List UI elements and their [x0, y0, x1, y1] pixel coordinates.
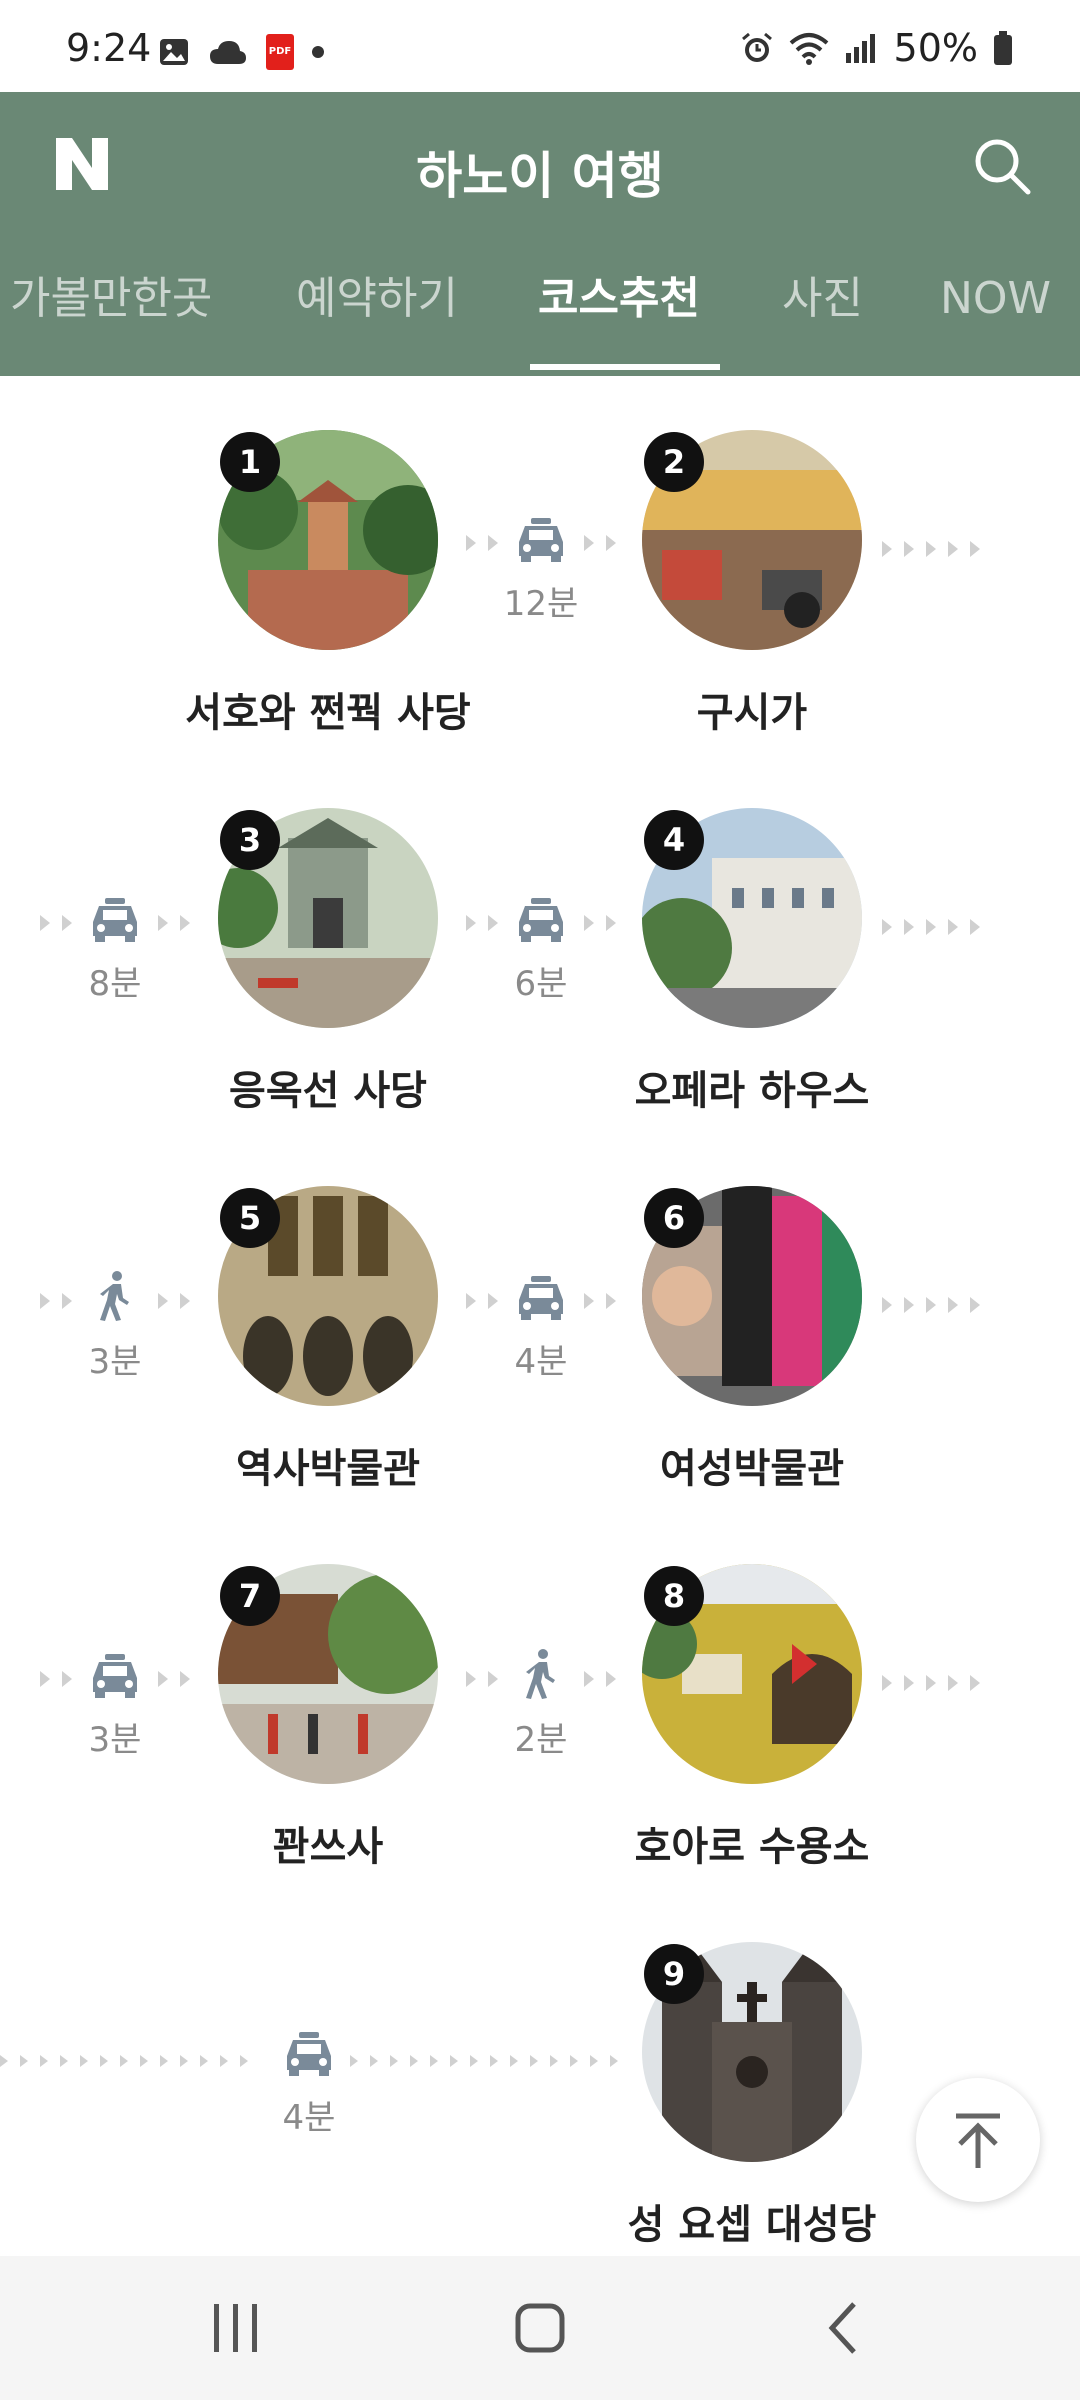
course-spot[interactable]: 6 여성박물관 — [642, 1186, 862, 1492]
route-trail-arrows — [350, 2055, 618, 2067]
route-connector: 3분 — [40, 1652, 190, 1772]
tab-photos[interactable]: 사진 — [782, 264, 863, 376]
spot-number-badge: 5 — [220, 1188, 280, 1248]
course-spot[interactable]: 9 성 요셉 대성당 — [628, 1942, 876, 2248]
course-spot[interactable]: 3 응옥선 사당 — [218, 808, 438, 1114]
recent-apps-icon[interactable] — [206, 2300, 266, 2356]
home-icon[interactable] — [510, 2300, 570, 2356]
route-connector: 12분 — [466, 516, 616, 636]
spot-number-badge: 7 — [220, 1566, 280, 1626]
spot-name: 서호와 쩐꿕 사당 — [185, 690, 471, 736]
spot-name: 오페라 하우스 — [634, 1068, 870, 1114]
system-status: 50% — [740, 26, 1014, 70]
walk-icon — [526, 1649, 555, 1699]
system-nav-bar — [0, 2256, 1080, 2400]
route-trail-arrows — [882, 541, 980, 557]
course-spot[interactable]: 8 호아로 수용소 — [635, 1564, 869, 1870]
course-spot[interactable]: 5 역사박물관 — [218, 1186, 438, 1492]
gallery-icon — [160, 39, 188, 65]
route-trail-arrows — [882, 1675, 980, 1691]
route-trail-arrows — [882, 1297, 980, 1313]
route-connector: 4분 — [466, 1274, 616, 1394]
route-connector: 2분 — [466, 1649, 616, 1772]
scroll-to-top-button[interactable] — [916, 2078, 1040, 2202]
travel-time: 6분 — [514, 964, 568, 1004]
travel-time: 3분 — [88, 1342, 142, 1382]
tab-bar: 가볼만한곳 예약하기 코스추천 사진 NOW — [0, 264, 1080, 376]
spot-number-badge: 8 — [644, 1566, 704, 1626]
tab-booking[interactable]: 예약하기 — [296, 264, 458, 376]
notification-icons: PDF — [158, 34, 324, 70]
taxi-icon — [519, 1276, 563, 1320]
signal-icon — [845, 34, 875, 63]
taxi-icon — [93, 1654, 137, 1698]
spot-name: 호아로 수용소 — [634, 1824, 870, 1870]
battery-icon — [994, 31, 1012, 65]
travel-time: 8분 — [88, 964, 142, 1004]
cloud-icon — [210, 41, 246, 64]
taxi-icon — [93, 898, 137, 942]
travel-time: 2분 — [514, 1720, 568, 1760]
course-spot[interactable]: 1 서호와 쩐꿕 사당 — [185, 430, 471, 736]
alarm-icon — [741, 32, 772, 62]
spot-number-badge: 4 — [644, 810, 704, 870]
back-icon[interactable] — [814, 2300, 874, 2356]
travel-time: 3분 — [88, 1720, 142, 1760]
arrow-up-icon — [956, 2113, 1000, 2168]
wifi-icon — [789, 33, 828, 65]
route-connector: 4분 — [234, 2030, 384, 2138]
spot-number-badge: 9 — [644, 1944, 704, 2004]
battery-percent: 50% — [893, 26, 978, 70]
spot-number-badge: 3 — [220, 810, 280, 870]
active-tab-indicator — [530, 364, 720, 370]
tab-course[interactable]: 코스추천 — [538, 264, 700, 376]
travel-time: 4분 — [282, 2098, 336, 2138]
course-spot[interactable]: 7 꽌쓰사 — [218, 1564, 438, 1870]
pdf-icon: PDF — [266, 34, 294, 70]
spot-number-badge: 2 — [644, 432, 704, 492]
route-connector: 6분 — [466, 896, 616, 1016]
spot-name: 꽌쓰사 — [272, 1824, 384, 1870]
search-icon[interactable] — [970, 134, 1034, 198]
taxi-icon — [519, 518, 563, 562]
tab-places[interactable]: 가볼만한곳 — [10, 264, 212, 376]
route-connector: 8분 — [40, 896, 190, 1016]
travel-time: 4분 — [514, 1342, 568, 1382]
app-header: 하노이 여행 가볼만한곳 예약하기 코스추천 사진 NOW — [0, 92, 1080, 376]
course-spot[interactable]: 4 오페라 하우스 — [635, 808, 869, 1114]
spot-name: 역사박물관 — [236, 1446, 420, 1492]
spot-name: 응옥선 사당 — [229, 1068, 427, 1114]
travel-time: 12분 — [503, 584, 579, 624]
spot-name: 성 요셉 대성당 — [627, 2202, 877, 2248]
route-trail-arrows — [0, 2055, 248, 2067]
more-notifications-icon — [312, 46, 324, 58]
course-list: 1 서호와 쩐꿕 사당 12분 2 구시가 8분 3 응옥선 사당 6분 4 오… — [0, 376, 1080, 2256]
route-trail-arrows — [882, 919, 980, 935]
course-spot[interactable]: 2 구시가 — [642, 430, 862, 736]
page-title: 하노이 여행 — [416, 147, 664, 205]
walk-icon — [100, 1271, 129, 1321]
spot-name: 여성박물관 — [660, 1446, 844, 1492]
tab-now[interactable]: NOW — [940, 264, 1051, 376]
status-time: 9:24 — [66, 26, 152, 70]
taxi-icon — [519, 898, 563, 942]
route-connector: 3분 — [40, 1271, 190, 1394]
spot-number-badge: 1 — [220, 432, 280, 492]
spot-number-badge: 6 — [644, 1188, 704, 1248]
status-bar: 9:24 PDF 50% — [0, 0, 1080, 92]
spot-name: 구시가 — [696, 690, 808, 736]
